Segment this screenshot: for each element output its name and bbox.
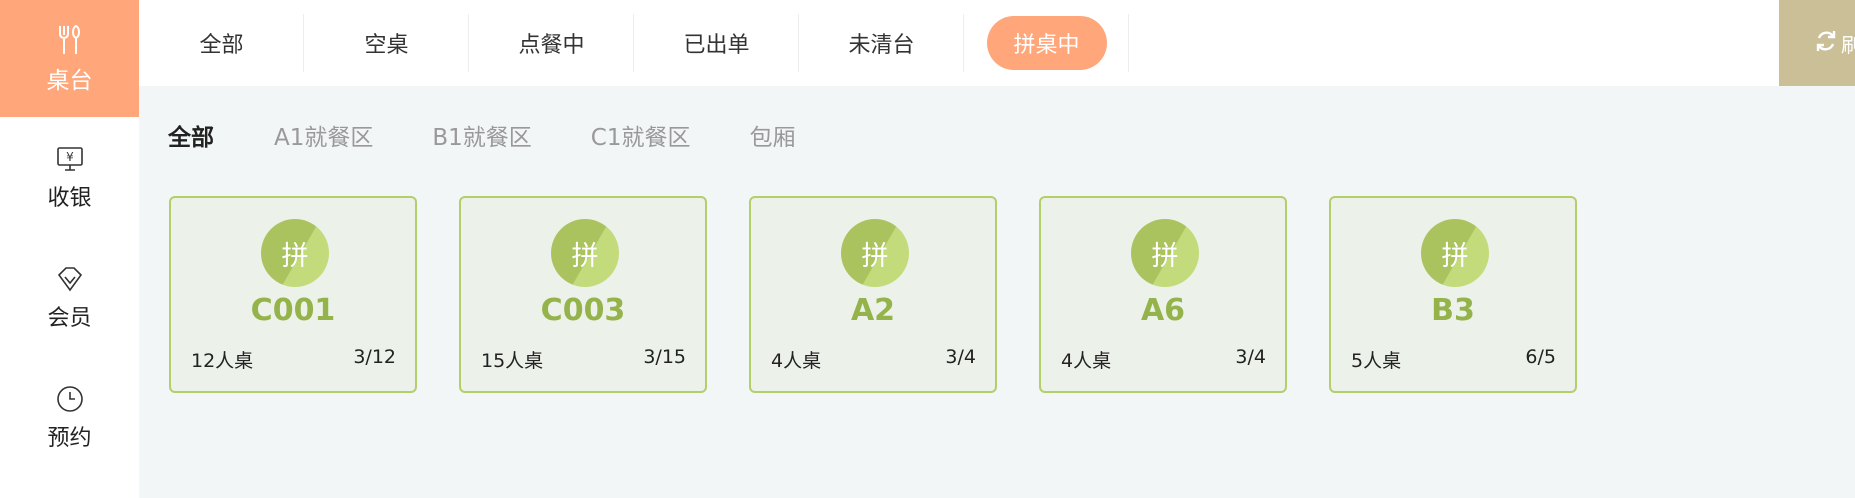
tab-uncleared[interactable]: 未清台 [799,0,964,86]
shared-badge: 拼 [1421,219,1489,287]
status-tabs-bar: 全部 空桌 点餐中 已出单 未清台 拼桌中 刷 [139,0,1855,86]
tab-divider [1128,14,1129,72]
area-all[interactable]: 全部 [168,118,214,152]
tab-all[interactable]: 全部 [139,0,304,86]
refresh-icon [1815,29,1837,58]
tab-label: 拼桌中 [986,16,1107,70]
sidebar-item-label: 预约 [47,426,92,451]
table-code: A2 [850,293,896,328]
shared-badge: 拼 [841,219,909,287]
area-filter: 全部 A1就餐区 B1就餐区 C1就餐区 包厢 [168,118,855,152]
table-occupancy: 3/12 [353,346,396,368]
shared-badge: 拼 [261,219,329,287]
sidebar-item-label: 会员 [47,306,92,331]
table-card[interactable]: 拼 A6 4人桌 3/4 [1039,196,1287,393]
tab-billed[interactable]: 已出单 [634,0,799,86]
table-code: C003 [540,293,626,328]
tab-label: 未清台 [848,33,915,58]
table-code: C001 [250,293,336,328]
shared-badge: 拼 [551,219,619,287]
tab-ordering[interactable]: 点餐中 [469,0,634,86]
area-b1[interactable]: B1就餐区 [432,118,531,152]
refresh-label: 刷 [1841,32,1855,57]
sidebar-item-label: 桌台 [46,67,93,94]
shared-badge: 拼 [1131,219,1199,287]
table-capacity: 12人桌 [191,350,254,372]
tab-shared-table[interactable]: 拼桌中 [964,0,1129,86]
table-card[interactable]: 拼 B3 5人桌 6/5 [1329,196,1577,393]
table-occupancy: 6/5 [1525,346,1556,368]
tab-label: 点餐中 [518,33,585,58]
sidebar-item-tables[interactable]: 桌台 [0,0,139,117]
table-capacity: 4人桌 [1061,350,1112,372]
table-capacity: 15人桌 [481,350,544,372]
clock-icon [53,382,87,416]
fork-knife-icon [53,23,87,57]
table-code: B3 [1431,293,1475,328]
table-card[interactable]: 拼 A2 4人桌 3/4 [749,196,997,393]
table-card[interactable]: 拼 C001 12人桌 3/12 [169,196,417,393]
table-capacity: 5人桌 [1351,350,1402,372]
area-private-room[interactable]: 包厢 [750,118,796,152]
svg-text:¥: ¥ [66,150,74,164]
sidebar: 桌台 ¥ 收银 会员 预约 [0,0,139,498]
table-capacity: 4人桌 [771,350,822,372]
area-c1[interactable]: C1就餐区 [591,118,691,152]
table-card[interactable]: 拼 C003 15人桌 3/15 [459,196,707,393]
table-code: A6 [1140,293,1186,328]
sidebar-item-member[interactable]: 会员 [0,237,139,357]
sidebar-item-reservation[interactable]: 预约 [0,357,139,477]
refresh-button[interactable]: 刷 [1779,0,1855,86]
area-a1[interactable]: A1就餐区 [274,118,373,152]
sidebar-item-cashier[interactable]: ¥ 收银 [0,117,139,237]
table-occupancy: 3/15 [643,346,686,368]
cashier-monitor-icon: ¥ [53,142,87,176]
tab-label: 全部 [199,33,244,58]
diamond-icon [53,262,87,296]
table-occupancy: 3/4 [1235,346,1266,368]
sidebar-item-label: 收银 [47,186,92,211]
tab-empty[interactable]: 空桌 [304,0,469,86]
tab-label: 空桌 [364,33,409,58]
table-occupancy: 3/4 [945,346,976,368]
tab-label: 已出单 [683,33,750,58]
